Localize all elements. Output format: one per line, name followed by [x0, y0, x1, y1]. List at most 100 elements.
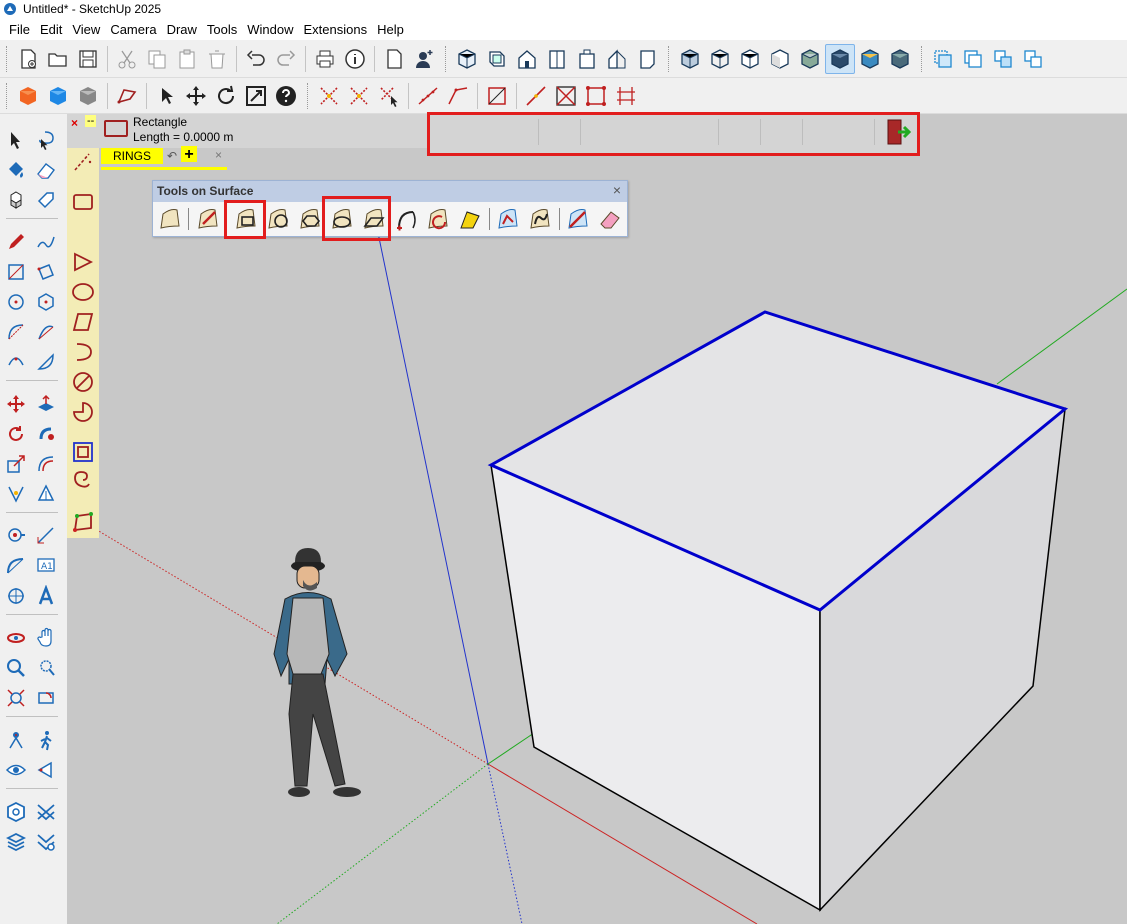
- axes-icon[interactable]: [314, 81, 344, 111]
- rotate-icon[interactable]: [2, 420, 30, 448]
- save-icon[interactable]: [73, 44, 103, 74]
- lasso-select-icon[interactable]: [32, 126, 60, 154]
- cut-icon[interactable]: [112, 44, 142, 74]
- rectangle-icon[interactable]: [2, 258, 30, 286]
- move-icon[interactable]: [181, 81, 211, 111]
- snap-cursor-icon[interactable]: [374, 81, 404, 111]
- line-icon[interactable]: [413, 81, 443, 111]
- section-toggle-icon[interactable]: [988, 44, 1018, 74]
- pencil-icon[interactable]: [2, 228, 30, 256]
- hidden-line-style-icon[interactable]: [735, 44, 765, 74]
- circle-icon[interactable]: [2, 288, 30, 316]
- rings-add-icon[interactable]: +: [181, 146, 197, 163]
- model-info-icon[interactable]: [340, 44, 370, 74]
- menu-help[interactable]: Help: [372, 22, 409, 37]
- polygon-icon[interactable]: [32, 288, 60, 316]
- polyline-icon[interactable]: [443, 81, 473, 111]
- add-user-icon[interactable]: [409, 44, 439, 74]
- rings-undo-icon[interactable]: ↶: [167, 149, 177, 163]
- solid-tools-icon[interactable]: [32, 480, 60, 508]
- protractor-icon[interactable]: [2, 552, 30, 580]
- line-red-icon[interactable]: [521, 81, 551, 111]
- open-folder-icon[interactable]: [43, 44, 73, 74]
- toolbar-grip[interactable]: [445, 45, 449, 72]
- copy-icon[interactable]: [142, 44, 172, 74]
- layers-icon[interactable]: [2, 828, 30, 856]
- pan-icon[interactable]: [32, 624, 60, 652]
- paste-icon[interactable]: [172, 44, 202, 74]
- sandbox-icon[interactable]: [32, 798, 60, 826]
- lasso-icon[interactable]: [112, 81, 142, 111]
- section-fill-icon[interactable]: [958, 44, 988, 74]
- surface-arc-icon[interactable]: [391, 204, 421, 234]
- iso-view-icon[interactable]: [452, 44, 482, 74]
- rings-triangle-icon[interactable]: [69, 248, 97, 276]
- paint-bucket-icon[interactable]: [2, 156, 30, 184]
- rings-parallelogram-icon[interactable]: [69, 308, 97, 336]
- surface-paint-icon[interactable]: [455, 204, 485, 234]
- rings-arc-icon[interactable]: [69, 338, 97, 366]
- rings-ellipse-icon[interactable]: [69, 278, 97, 306]
- follow-me-icon[interactable]: [32, 420, 60, 448]
- section-display-icon[interactable]: [885, 44, 915, 74]
- zoom-extents-icon[interactable]: [241, 81, 271, 111]
- toolbar-grip[interactable]: [921, 45, 925, 72]
- shaded-style-icon[interactable]: [765, 44, 795, 74]
- surface-offset-icon[interactable]: [493, 204, 523, 234]
- components-icon[interactable]: [2, 186, 30, 214]
- surface-polygon-icon[interactable]: [295, 204, 325, 234]
- arc-icon[interactable]: [2, 318, 30, 346]
- orbit-icon[interactable]: [211, 81, 241, 111]
- xray-style-icon[interactable]: [675, 44, 705, 74]
- look-around-icon[interactable]: [2, 756, 30, 784]
- back-view-icon[interactable]: [572, 44, 602, 74]
- rings-close-icon[interactable]: ×: [215, 148, 222, 162]
- left-view-icon[interactable]: [602, 44, 632, 74]
- exit-door-icon[interactable]: [884, 117, 914, 147]
- offset-icon[interactable]: [32, 450, 60, 478]
- erase-icon[interactable]: [202, 44, 232, 74]
- rotated-rectangle-icon[interactable]: [32, 258, 60, 286]
- print-icon[interactable]: [310, 44, 340, 74]
- pie-icon[interactable]: [32, 348, 60, 376]
- toolbar-grip[interactable]: [6, 45, 10, 72]
- rings-circle-slash-icon[interactable]: [69, 368, 97, 396]
- wireframe-style-icon[interactable]: [705, 44, 735, 74]
- surface-freehand-icon[interactable]: [525, 204, 555, 234]
- shaded-texture-style-icon[interactable]: [795, 44, 825, 74]
- dashed-line-icon[interactable]: [69, 148, 97, 176]
- cross-box-icon[interactable]: [551, 81, 581, 111]
- rings-rectangle-icon[interactable]: [69, 188, 97, 216]
- menu-draw[interactable]: Draw: [162, 22, 202, 37]
- new-doc-icon[interactable]: [379, 44, 409, 74]
- top-view-icon[interactable]: [482, 44, 512, 74]
- surface-rotate-icon[interactable]: [423, 204, 453, 234]
- push-pull-icon[interactable]: [32, 390, 60, 418]
- grid-box-icon[interactable]: [581, 81, 611, 111]
- eraser-icon[interactable]: [32, 156, 60, 184]
- menu-tools[interactable]: Tools: [202, 22, 242, 37]
- zoom-extents-tool-icon[interactable]: [2, 684, 30, 712]
- rings-spiral-icon[interactable]: [69, 466, 97, 494]
- 3d-text-icon[interactable]: [32, 582, 60, 610]
- surface-reshape-icon[interactable]: [563, 204, 593, 234]
- extension-warehouse-icon[interactable]: [2, 798, 30, 826]
- surface-eraser-icon[interactable]: [595, 204, 625, 234]
- two-point-arc-icon[interactable]: [32, 318, 60, 346]
- section-plane-tool-icon[interactable]: [32, 756, 60, 784]
- snap-icon[interactable]: [344, 81, 374, 111]
- right-view-icon[interactable]: [542, 44, 572, 74]
- front-view-icon[interactable]: [512, 44, 542, 74]
- previous-view-icon[interactable]: [32, 684, 60, 712]
- rings-offset-square-icon[interactable]: [69, 438, 97, 466]
- menu-window[interactable]: Window: [242, 22, 298, 37]
- orbit-tool-icon[interactable]: [2, 624, 30, 652]
- undo-icon[interactable]: [241, 44, 271, 74]
- walk-icon[interactable]: [32, 726, 60, 754]
- toolbar-grip[interactable]: [6, 82, 10, 109]
- axes-tool-icon[interactable]: [2, 582, 30, 610]
- surface-line-icon[interactable]: [193, 204, 223, 234]
- menu-view[interactable]: View: [67, 22, 105, 37]
- section-plane-icon[interactable]: [855, 44, 885, 74]
- zoom-window-icon[interactable]: [32, 654, 60, 682]
